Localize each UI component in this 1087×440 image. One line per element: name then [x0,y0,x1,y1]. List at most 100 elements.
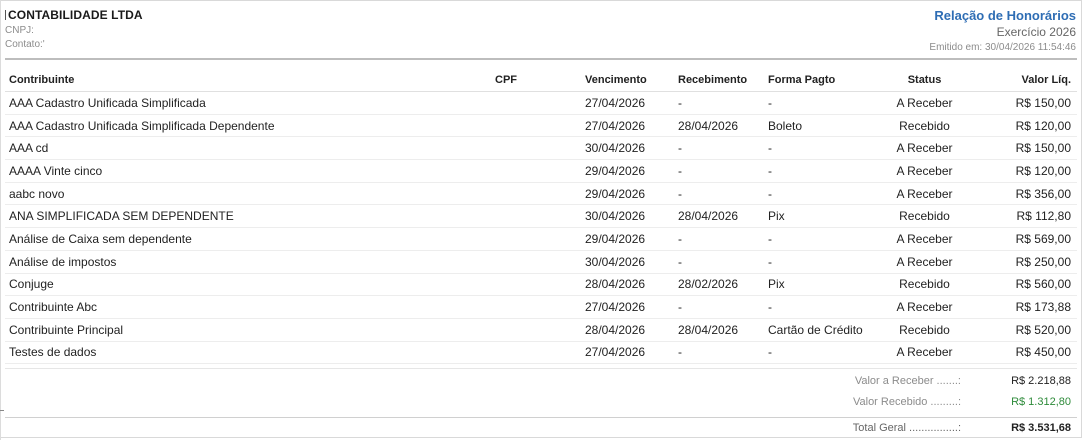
cell-contribuinte: Análise de impostos [5,250,431,274]
cell-cpf [431,227,581,251]
cell-forma-pagto: - [764,159,878,183]
cell-contribuinte: AAAA Vinte cinco [5,159,431,183]
cell-vencimento: 29/04/2026 [581,182,674,206]
col-header-contribuinte: Contribuinte [5,69,431,92]
cell-cpf [431,91,581,115]
table-row: ANA SIMPLIFICADA SEM DEPENDENTE 30/04/202… [5,204,1077,229]
cell-contribuinte: Contribuinte Principal [5,318,431,342]
cell-vencimento: 29/04/2026 [581,159,674,183]
totals-block: Valor a Receber .......: R$ 2.218,88 Val… [5,370,1077,438]
cell-cpf [431,159,581,183]
cell-recebimento: - [674,341,764,365]
cell-status: A Receber [878,295,971,319]
cell-forma-pagto: Pix [764,204,878,229]
cell-valor-liq: R$ 356,00 [971,182,1077,206]
cell-status: Recebido [878,318,971,342]
cell-forma-pagto: - [764,250,878,274]
cell-cpf [431,250,581,274]
cell-cpf [431,182,581,206]
contact-label: Contato:' [5,39,45,50]
cell-vencimento: 28/04/2026 [581,273,674,297]
cell-contribuinte: aabc novo [5,182,431,206]
col-header-status: Status [878,69,971,92]
cell-vencimento: 29/04/2026 [581,227,674,251]
header-divider [5,58,1077,60]
cell-forma-pagto: - [764,341,878,365]
cell-cpf [431,318,581,342]
cell-contribuinte: Conjuge [5,273,431,297]
cell-vencimento: 27/04/2026 [581,341,674,365]
company-name: CONTABILIDADE LTDA [5,8,143,22]
cell-cpf [431,204,581,229]
cell-contribuinte: AAA cd [5,136,431,161]
total-geral-divider [5,417,1077,418]
cell-status: A Receber [878,136,971,161]
cell-forma-pagto: - [764,136,878,161]
left-edge-rule [0,0,1,440]
col-header-valor-liq: Valor Líq. [971,69,1077,92]
cell-valor-liq: R$ 569,00 [971,227,1077,251]
col-header-forma-pagto: Forma Pagto [764,69,878,92]
table-body: AAA Cadastro Unificada Simplificada 27/04… [5,91,1077,365]
total-a-receber-label: Valor a Receber .......: [854,375,961,387]
cell-contribuinte: Contribuinte Abc [5,295,431,319]
cell-recebimento: 28/02/2026 [674,273,764,297]
table-row: AAA Cadastro Unificada Simplificada Depe… [5,114,1077,138]
cell-recebimento: 28/04/2026 [674,318,764,342]
table-header-row: Contribuinte CPF Vencimento Recebimento … [5,69,1077,92]
cell-cpf [431,295,581,319]
total-recebido-value: R$ 1.312,80 [1011,396,1071,408]
cell-valor-liq: R$ 450,00 [971,341,1077,365]
cell-contribuinte: AAA Cadastro Unificada Simplificada [5,91,431,115]
cell-status: A Receber [878,227,971,251]
cell-recebimento: - [674,227,764,251]
total-geral-label: Total Geral ................: [852,422,961,434]
cell-vencimento: 30/04/2026 [581,250,674,274]
total-a-receber-value: R$ 2.218,88 [1011,375,1071,387]
col-header-cpf: CPF [431,69,581,92]
company-block: CONTABILIDADE LTDA CNPJ: Contato:' [5,8,143,50]
col-header-recebimento: Recebimento [674,69,764,92]
cell-forma-pagto: - [764,295,878,319]
cnpj-label: CNPJ: [5,25,34,36]
table-row: Análise de impostos 30/04/2026- - A Receber… [5,250,1077,274]
cell-cpf [431,136,581,161]
cell-valor-liq: R$ 120,00 [971,114,1077,138]
report-emitted: Emitido em: 30/04/2026 11:54:46 [929,42,1076,53]
cell-recebimento: 28/04/2026 [674,204,764,229]
cell-valor-liq: R$ 173,88 [971,295,1077,319]
cell-status: A Receber [878,159,971,183]
cell-valor-liq: R$ 520,00 [971,318,1077,342]
cell-recebimento: - [674,182,764,206]
cell-cpf [431,114,581,138]
table-row: Testes de dados 27/04/2026- - A Receber R$ 4… [5,341,1077,365]
table-row: aabc novo 29/04/2026- - A Receber R$ 356,00 [5,182,1077,206]
table-row: Análise de Caixa sem dependente 29/04/202… [5,227,1077,251]
cell-recebimento: - [674,250,764,274]
table-row: AAA Cadastro Unificada Simplificada 27/04… [5,91,1077,115]
table-row: Contribuinte Abc 27/04/2026- - A Receber R$ … [5,295,1077,319]
total-recebido: Valor Recebido .........: R$ 1.312,80 [5,391,1077,412]
cell-vencimento: 30/04/2026 [581,136,674,161]
cell-vencimento: 27/04/2026 [581,91,674,115]
cell-forma-pagto: Pix [764,273,878,297]
cell-forma-pagto: - [764,91,878,115]
cell-recebimento: - [674,295,764,319]
cell-forma-pagto: - [764,227,878,251]
total-recebido-label: Valor Recebido .........: [852,396,961,408]
cell-vencimento: 30/04/2026 [581,204,674,229]
cell-recebimento: 28/04/2026 [674,114,764,138]
total-geral-value: R$ 3.531,68 [1011,422,1071,434]
table-row: Contribuinte Principal 28/04/2026 28/04/20… [5,318,1077,342]
cell-contribuinte: ANA SIMPLIFICADA SEM DEPENDENTE [5,204,431,229]
table-row: Conjuge 28/04/2026 28/02/2026 Pix Recebido R$… [5,273,1077,297]
total-geral: Total Geral ................: R$ 3.531,6… [5,417,1077,438]
cell-valor-liq: R$ 112,80 [971,204,1077,229]
cell-status: A Receber [878,341,971,365]
cell-forma-pagto: Cartão de Crédito [764,318,878,342]
cell-valor-liq: R$ 560,00 [971,273,1077,297]
cell-forma-pagto: Boleto [764,114,878,138]
cell-contribuinte: Testes de dados [5,341,431,365]
col-header-vencimento: Vencimento [581,69,674,92]
cell-valor-liq: R$ 150,00 [971,136,1077,161]
